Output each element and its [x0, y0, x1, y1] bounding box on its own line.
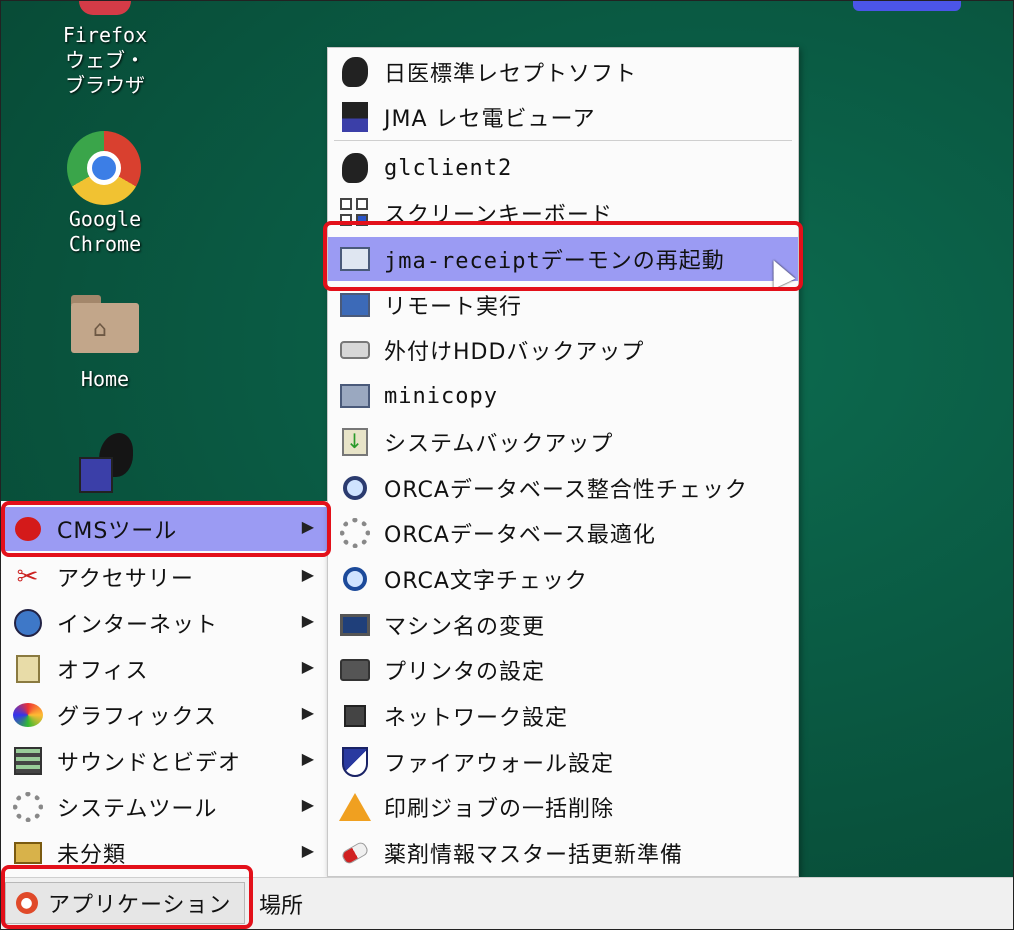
- remote-monitor-icon: [338, 288, 372, 322]
- submenu-item-label: 薬剤情報マスター括更新準備: [384, 843, 684, 868]
- top-button-sliver[interactable]: [853, 1, 961, 11]
- menu-item-graphics[interactable]: グラフィックス ▶: [1, 693, 329, 737]
- submenu-item-label: ネットワーク設定: [384, 706, 569, 731]
- submenu-arrow-icon: ▶: [301, 657, 315, 676]
- submenu-item-hdd-backup[interactable]: 外付けHDDバックアップ: [328, 328, 798, 372]
- menu-item-label: グラフィックス: [57, 705, 217, 730]
- orca-floppy-icon: [338, 100, 372, 134]
- menu-item-label: インターネット: [57, 613, 219, 638]
- submenu-item-label: 日医標準レセプトソフト: [384, 62, 638, 87]
- minicopy-icon: [338, 379, 372, 413]
- firefox-icon[interactable]: [79, 1, 131, 15]
- submenu-item-orca-receipt[interactable]: 日医標準レセプトソフト: [328, 50, 798, 94]
- orca-icon: [338, 55, 372, 89]
- submenu-arrow-icon: ▶: [301, 565, 315, 584]
- submenu-item-label: ORCAデータベース整合性チェック: [384, 478, 748, 503]
- gear-icon: [11, 790, 45, 824]
- cms-tools-submenu: 日医標準レセプトソフト JMA レセ電ビューア glclient2 スクリーンキ…: [327, 47, 799, 877]
- home-folder-icon[interactable]: ⌂: [71, 295, 139, 353]
- submenu-item-clear-print-jobs[interactable]: 印刷ジョブの一括削除: [328, 785, 798, 829]
- magnifier-icon: [338, 562, 372, 596]
- floppy-disk: [79, 457, 113, 493]
- places-button[interactable]: 場所: [259, 888, 303, 920]
- hdd-icon: [338, 333, 372, 367]
- accessories-icon: ✂: [16, 562, 40, 592]
- monitor-icon: [338, 608, 372, 642]
- network-icon: [338, 699, 372, 733]
- submenu-item-db-integrity[interactable]: ORCAデータベース整合性チェック: [328, 466, 798, 510]
- gear-icon: [338, 516, 372, 550]
- chrome-label[interactable]: Google Chrome: [53, 207, 157, 257]
- orca-icon: [338, 151, 372, 185]
- submenu-item-label: リモート実行: [384, 295, 523, 320]
- orca-desktop-icon[interactable]: [79, 433, 135, 495]
- submenu-item-label: 印刷ジョブの一括削除: [384, 797, 615, 822]
- download-box-icon: ↓: [338, 425, 372, 459]
- globe-icon: [11, 606, 45, 640]
- chrome-icon[interactable]: [67, 131, 141, 205]
- submenu-arrow-icon: ▶: [301, 611, 315, 630]
- submenu-arrow-icon: ▶: [301, 703, 315, 722]
- submenu-arrow-icon: ▶: [301, 749, 315, 768]
- submenu-item-machine-name[interactable]: マシン名の変更: [328, 603, 798, 647]
- house-icon: ⌂: [93, 317, 107, 342]
- screenshot-frame: Firefox ウェブ・ ブラウザ Google Chrome ⌂ Home C…: [0, 0, 1014, 930]
- menu-item-system-tools[interactable]: システムツール ▶: [1, 785, 329, 829]
- submenu-item-label: JMA レセ電ビューア: [384, 107, 596, 132]
- menu-item-label: オフィス: [57, 659, 149, 684]
- shield-icon: [338, 745, 372, 779]
- submenu-item-label: プリンタの設定: [384, 660, 546, 685]
- warning-icon: [338, 790, 372, 824]
- submenu-item-jma-viewer[interactable]: JMA レセ電ビューア: [328, 95, 798, 139]
- submenu-arrow-icon: ▶: [301, 795, 315, 814]
- menu-item-label: システムツール: [57, 797, 218, 822]
- menu-item-sound-video[interactable]: サウンドとビデオ ▶: [1, 739, 329, 783]
- annotation-box-restart-daemon: [323, 221, 803, 291]
- film-icon: [11, 744, 45, 778]
- submenu-item-printer-settings[interactable]: プリンタの設定: [328, 648, 798, 692]
- submenu-item-label: 外付けHDDバックアップ: [384, 340, 645, 365]
- magnifier-icon: [338, 471, 372, 505]
- top-sliver: [1, 1, 1013, 15]
- office-icon: [11, 652, 45, 686]
- submenu-item-label: システムバックアップ: [384, 432, 614, 457]
- submenu-item-char-check[interactable]: ORCA文字チェック: [328, 557, 798, 601]
- submenu-item-network-settings[interactable]: ネットワーク設定: [328, 694, 798, 738]
- home-label[interactable]: Home: [53, 367, 157, 392]
- pill-icon: [338, 836, 372, 870]
- submenu-item-drug-master[interactable]: 薬剤情報マスター括更新準備: [328, 831, 798, 875]
- submenu-item-firewall[interactable]: ファイアウォール設定: [328, 740, 798, 784]
- submenu-item-glclient2[interactable]: glclient2: [328, 146, 798, 190]
- submenu-item-label: マシン名の変更: [384, 615, 546, 640]
- submenu-item-label: glclient2: [384, 155, 513, 181]
- submenu-item-label: ORCAデータベース最適化: [384, 523, 656, 548]
- submenu-arrow-icon: ▶: [301, 841, 315, 860]
- menu-item-accessories[interactable]: ✂ アクセサリー ▶: [1, 555, 329, 599]
- menu-item-label: アクセサリー: [57, 567, 194, 592]
- submenu-item-label: ORCA文字チェック: [384, 569, 588, 594]
- submenu-item-label: ファイアウォール設定: [384, 752, 615, 777]
- firefox-label[interactable]: Firefox ウェブ・ ブラウザ: [53, 23, 157, 98]
- palette-icon: [11, 698, 45, 732]
- submenu-item-db-optimize[interactable]: ORCAデータベース最適化: [328, 511, 798, 555]
- submenu-item-label: minicopy: [384, 383, 498, 409]
- submenu-item-minicopy[interactable]: minicopy: [328, 374, 798, 418]
- applications-menu: CMSツール ▶ ✂ アクセサリー ▶ インターネット ▶ オフィス ▶ グラフ…: [1, 501, 330, 877]
- menu-separator: [334, 140, 792, 141]
- annotation-box-applications: [1, 865, 253, 929]
- printer-icon: [338, 653, 372, 687]
- menu-item-label: サウンドとビデオ: [57, 751, 242, 776]
- submenu-item-system-backup[interactable]: ↓ システムバックアップ: [328, 420, 798, 464]
- menu-item-office[interactable]: オフィス ▶: [1, 647, 329, 691]
- annotation-box-cms-tools: [1, 501, 331, 557]
- menu-item-internet[interactable]: インターネット ▶: [1, 601, 329, 645]
